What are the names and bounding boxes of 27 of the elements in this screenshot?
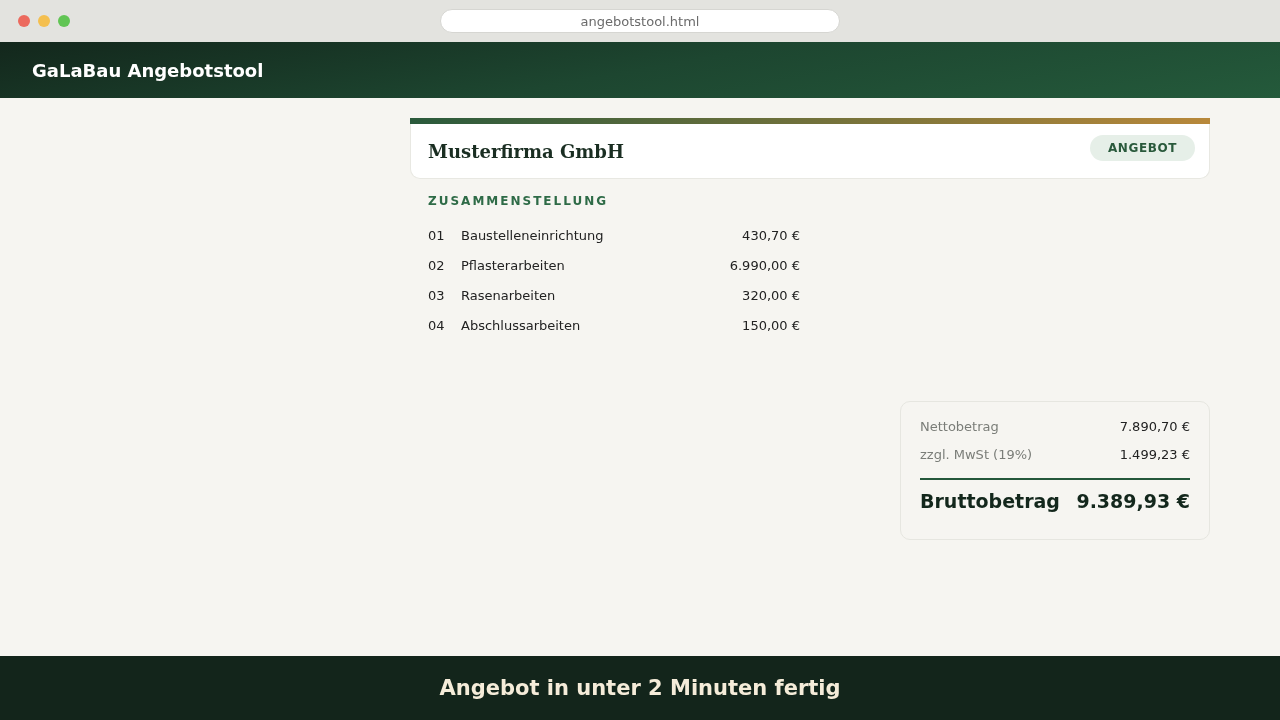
gross-value: 9.389,93 €	[1076, 489, 1190, 513]
position-amount: 430,70 €	[742, 227, 800, 245]
position-amount: 320,00 €	[742, 287, 800, 305]
total-label: Nettobetrag	[920, 418, 999, 436]
total-value: 1.499,23 €	[1119, 446, 1190, 464]
total-label: zzgl. MwSt (19%)	[920, 446, 1033, 464]
section-heading: ZUSAMMENSTELLUNG	[428, 193, 610, 209]
position-amount: 6.990,00 €	[729, 257, 800, 275]
position-name: Pflasterarbeiten	[461, 257, 566, 275]
company-name: Musterfirma GmbH	[428, 140, 624, 162]
position-number: 03	[428, 287, 446, 305]
window-maximize-button[interactable]	[58, 15, 70, 27]
position-amount: 150,00 €	[742, 317, 800, 335]
window-minimize-button[interactable]	[38, 15, 50, 27]
window-close-button[interactable]	[18, 15, 30, 27]
footer-tagline: Angebot in unter 2 Minuten fertig	[439, 676, 841, 700]
position-name: Abschlussarbeiten	[461, 317, 582, 335]
address-field[interactable]: angebotstool.html	[440, 9, 840, 33]
position-number: 01	[428, 227, 446, 245]
status-badge: ANGEBOT	[1090, 135, 1195, 161]
total-value: 7.890,70 €	[1119, 418, 1190, 436]
gross-label: Bruttobetrag	[920, 489, 1060, 513]
position-name: Baustelleneinrichtung	[461, 227, 605, 245]
position-name: Rasenarbeiten	[461, 287, 557, 305]
position-number: 04	[428, 317, 446, 335]
position-number: 02	[428, 257, 446, 275]
app-title: GaLaBau Angebotstool	[32, 59, 264, 81]
